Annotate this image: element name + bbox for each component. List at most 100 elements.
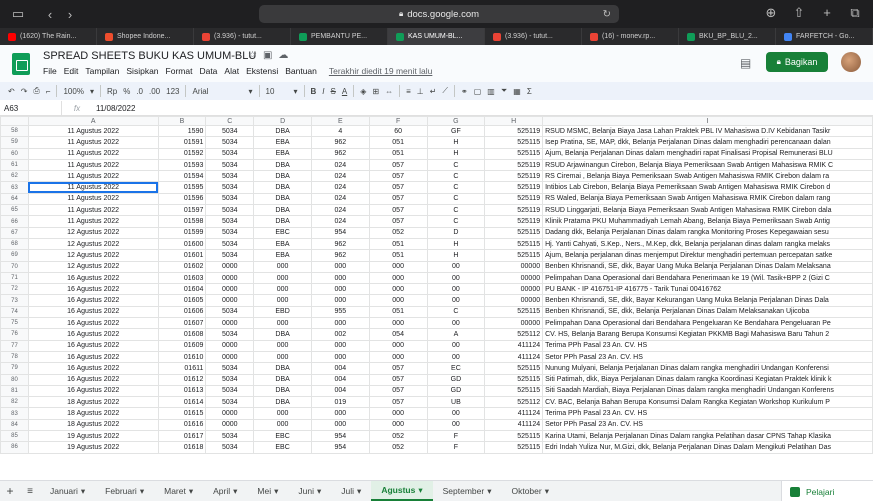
cell[interactable]: 01607 [157,317,207,330]
cell[interactable]: 5034 [205,226,255,239]
share-button[interactable]: 🔒︎ Bagikan [766,52,828,72]
back-icon[interactable]: ‹ [40,7,60,22]
cell[interactable]: 00000 [484,283,544,296]
cell[interactable]: 024 [310,215,370,228]
zoom-select[interactable]: 100% [63,87,83,96]
cell[interactable]: 16 Agustus 2022 [27,317,159,330]
cell[interactable]: EBC [253,430,312,443]
menu-item[interactable]: Edit [64,66,79,76]
decimal-decrease-button[interactable]: .0 [136,87,143,96]
cell[interactable]: 5034 [205,362,255,375]
link-icon[interactable]: ⚭ [461,87,468,96]
cell[interactable]: DBA [253,158,312,172]
font-select[interactable]: Arial [192,87,242,96]
row-header[interactable]: 59 [0,136,29,149]
cell[interactable]: 5034 [205,136,255,149]
cell[interactable]: 000 [368,283,428,296]
merge-cells-icon[interactable]: ⇔ [385,87,393,96]
cell[interactable]: 000 [253,271,312,285]
cell[interactable]: Klinik Pratama PKU Muhammadiyah Lemah Ab… [542,215,873,228]
cell[interactable]: 11 Agustus 2022 [27,170,159,183]
cell[interactable]: 052 [368,430,428,443]
cell[interactable]: 00 [426,418,486,432]
cell[interactable]: 4 [310,124,370,138]
undo-icon[interactable]: ↶ [8,87,15,96]
font-size-select[interactable]: 10 [266,87,288,96]
cell[interactable]: DBA [253,396,312,409]
strikethrough-icon[interactable]: S [331,87,336,96]
row-header[interactable]: 62 [0,170,29,183]
comments-icon[interactable]: ▤ [740,56,751,70]
cell[interactable]: 1590 [157,124,207,138]
chevron-down-icon[interactable]: ▾ [274,486,278,497]
cell[interactable]: 01597 [157,204,207,217]
cell[interactable]: 11 Agustus 2022 [27,124,159,138]
cell[interactable]: C [426,170,486,183]
cell[interactable]: H [426,136,486,149]
cell[interactable]: 0000 [205,260,255,273]
cell[interactable]: 057 [368,396,428,409]
sheet-tab[interactable]: Maret ▾ [154,481,203,501]
cell[interactable]: C [426,204,486,217]
last-edit-link[interactable]: Terakhir diedit 19 menit lalu [329,66,432,76]
cell[interactable]: Intibios Lab Cirebon, Belanja Biaya Peme… [542,181,873,194]
cell[interactable]: Benben Khrisnandi, SE, dkk, Bayar Kekura… [542,294,873,307]
cell[interactable]: 057 [368,158,428,172]
cell[interactable]: 5034 [205,147,255,160]
cell[interactable]: 004 [310,384,370,398]
star-icon[interactable]: ☆ [248,50,257,61]
menu-item[interactable]: Sisipkan [126,66,158,76]
cell[interactable]: GD [426,384,486,398]
cell[interactable]: 000 [310,339,370,352]
row-header[interactable]: 78 [0,350,29,364]
sheet-tab[interactable]: Juli ▾ [331,481,371,501]
cell[interactable]: Hj. Yanti Cahyati, S.Kep., Ners., M.Kep,… [542,237,873,251]
cell[interactable]: 962 [310,237,370,251]
menu-item[interactable]: Ekstensi [246,66,278,76]
cell[interactable]: C [426,192,486,206]
row-header[interactable]: 58 [0,124,29,138]
cell[interactable]: 955 [310,305,370,319]
row-header[interactable]: 83 [0,407,29,420]
formula-input[interactable]: 11/08/2022 [92,104,135,113]
column-header[interactable]: F [368,116,428,126]
cell[interactable]: 5034 [205,441,255,454]
cell[interactable]: 01601 [157,249,207,262]
cell[interactable]: 16 Agustus 2022 [27,328,159,341]
filter-icon[interactable]: ⏷ [501,86,507,96]
chevron-down-icon[interactable]: ▾ [81,486,85,497]
chevron-down-icon[interactable]: ▾ [418,485,422,496]
row-header[interactable]: 68 [0,237,29,251]
cell[interactable]: 11 Agustus 2022 [27,147,159,160]
cell[interactable]: 01594 [157,170,207,183]
cell[interactable]: 01595 [157,181,207,194]
cell[interactable]: 525112 [484,396,544,409]
cell[interactable]: 0000 [205,407,255,420]
cell[interactable]: Siti Patimah, dkk, Biaya Perjalanan Dina… [542,373,873,386]
browser-tab[interactable]: PEMBANTU PE... [291,28,388,45]
menu-item[interactable]: Data [199,66,217,76]
cell[interactable]: C [426,181,486,194]
cell[interactable]: 525115 [484,373,544,386]
cell[interactable]: 000 [368,294,428,307]
cell[interactable]: DBA [253,181,312,194]
name-box[interactable]: A63 [0,101,62,115]
cell[interactable]: 16 Agustus 2022 [27,350,159,364]
browser-tab[interactable]: Shopee Indone... [97,28,194,45]
chart-icon[interactable]: ▥ [487,87,495,96]
cell[interactable]: EBA [253,249,312,262]
cell[interactable]: 5034 [205,181,255,194]
explore-button[interactable]: Pelajari [781,481,873,501]
cell[interactable]: 01596 [157,192,207,206]
cell[interactable]: 00 [426,339,486,352]
cell[interactable]: 0000 [205,294,255,307]
cell[interactable]: 525119 [484,124,544,138]
cell[interactable]: 11 Agustus 2022 [27,204,159,217]
cell[interactable]: 01616 [157,418,207,432]
chevron-down-icon[interactable]: ▾ [233,486,237,497]
move-icon[interactable]: ▣ [263,50,272,61]
cell[interactable]: 525119 [484,192,544,206]
cell[interactable]: EC [426,362,486,375]
cell[interactable]: EBC [253,226,312,239]
all-sheets-icon[interactable]: ≡ [20,486,40,497]
